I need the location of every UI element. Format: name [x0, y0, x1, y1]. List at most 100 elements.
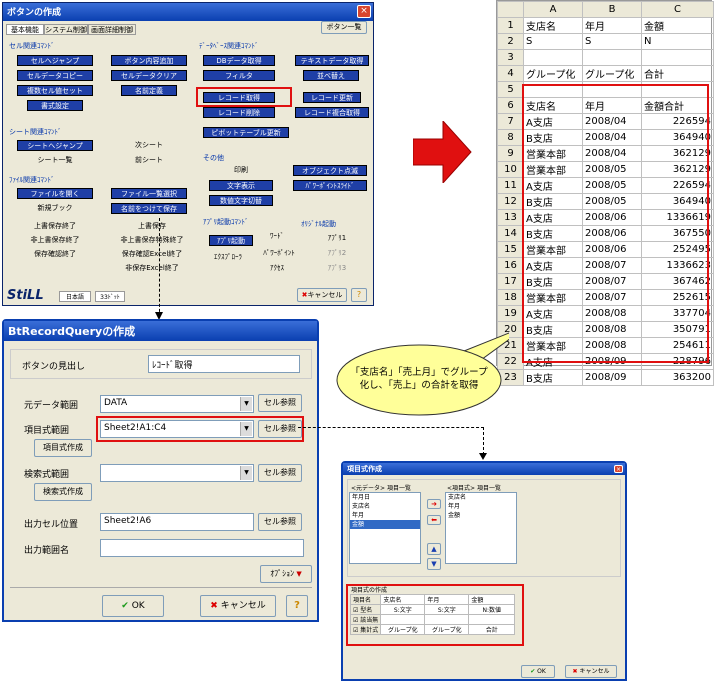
list-item[interactable]: 支店名 [446, 493, 516, 502]
move-up-icon[interactable]: ▲ [427, 543, 441, 555]
sheet-cell[interactable]: S [523, 33, 583, 50]
sheet-cell[interactable]: 金額 [641, 17, 714, 34]
word-button[interactable]: ﾜｰﾄﾞ [257, 231, 297, 242]
list-item[interactable]: 年月 [446, 502, 516, 511]
close-icon[interactable]: × [357, 5, 371, 18]
search-select[interactable]: ▼ [100, 464, 254, 482]
list-item[interactable]: 金額 [350, 520, 420, 529]
num-text-button[interactable]: 数値文字切替 [209, 195, 273, 206]
row-header[interactable]: 19 [497, 305, 524, 322]
main-cancel-button[interactable]: ✖キャンセル [297, 288, 347, 302]
grid-cell[interactable] [424, 614, 470, 625]
overwrite-exit-button[interactable]: 上書保存終了 [17, 221, 93, 232]
sheet-cell[interactable]: 2008/09 [582, 369, 642, 386]
sheet-cell[interactable]: 支店名 [523, 17, 583, 34]
option-button[interactable]: ｵﾌﾟｼｮﾝ ▼ [260, 565, 312, 583]
no-overwrite-exit-button[interactable]: 非上書保存終了 [17, 235, 93, 246]
sheet-cell[interactable]: 年月 [582, 17, 642, 34]
source-select[interactable]: DATA ▼ [100, 395, 254, 413]
grid-cell[interactable]: S:文字 [380, 604, 426, 615]
sheet-cell[interactable]: グループ化 [523, 65, 583, 82]
no-overwrite-special-button[interactable]: 非上書保存特殊終了 [107, 235, 197, 246]
item-cancel-button[interactable]: ✖ キャンセル [565, 665, 617, 678]
dropdown-icon[interactable]: ▼ [240, 397, 252, 411]
row-header[interactable]: 13 [497, 209, 524, 226]
row-header[interactable]: 2 [497, 33, 524, 50]
move-down-icon[interactable]: ▼ [427, 558, 441, 570]
powerpoint-button[interactable]: ﾊﾟﾜｰﾎﾟｲﾝﾄ [257, 248, 301, 259]
row-header[interactable]: 8 [497, 129, 524, 146]
save-as-button[interactable]: 名前をつけて保存 [111, 203, 187, 214]
text-get-button[interactable]: テキストデータ取得 [295, 55, 369, 66]
grid-cell[interactable] [380, 614, 426, 625]
sheet-cell[interactable] [641, 49, 714, 66]
right-item-list[interactable]: 支店名 年月 金額 [445, 492, 517, 564]
tab-system[interactable]: システム制御 [44, 24, 88, 35]
grid-row-label[interactable]: ☑ 型名 [349, 604, 382, 615]
sort-button[interactable]: 並べ替え [303, 70, 359, 81]
tab-basic[interactable]: 基本機能 [6, 24, 44, 35]
out-name-input[interactable] [100, 539, 304, 557]
remove-arrow-icon[interactable]: ⬅ [427, 515, 441, 525]
item-ok-button[interactable]: ✔ OK [521, 665, 555, 678]
row-header[interactable]: 4 [497, 65, 524, 82]
lang-field[interactable]: 日本語 [59, 291, 91, 302]
grid-cell[interactable]: 合計 [468, 624, 516, 635]
text-display-button[interactable]: 文字表示 [209, 180, 273, 191]
row-header[interactable]: 14 [497, 225, 524, 242]
sheet-cell[interactable]: B支店 [523, 369, 583, 386]
list-item[interactable]: 金額 [446, 511, 516, 520]
dropdown-icon[interactable]: ▼ [240, 466, 252, 480]
caption-input[interactable]: ﾚｺｰﾄﾞ取得 [148, 355, 300, 373]
query-help-button[interactable]: ? [286, 595, 308, 617]
list-item[interactable]: 年月日 [350, 493, 420, 502]
grid-cell[interactable]: S:文字 [424, 604, 470, 615]
object-blink-button[interactable]: オブジェクト点滅 [293, 165, 367, 176]
main-help-button[interactable]: ? [351, 288, 367, 302]
db-get-button[interactable]: DBデータ取得 [203, 55, 275, 66]
col-header[interactable]: C [641, 1, 714, 18]
app-launch-button[interactable]: ｱﾌﾟﾘ起動 [209, 235, 253, 246]
grid-cell[interactable]: グループ化 [380, 624, 426, 635]
item-ref-button[interactable]: セル参照 [258, 420, 302, 438]
cell-jump-button[interactable]: セルへジャンプ [17, 55, 93, 66]
name-define-button[interactable]: 名前定義 [121, 85, 177, 96]
row-header[interactable]: 11 [497, 177, 524, 194]
sheet-jump-button[interactable]: シートへジャンプ [17, 140, 93, 151]
sheet-cell[interactable]: N [641, 33, 714, 50]
cell-clear-button[interactable]: セルデータクリア [111, 70, 187, 81]
query-ok-button[interactable]: ✔ OK [102, 595, 164, 617]
row-header[interactable]: 16 [497, 257, 524, 274]
pivot-update-button[interactable]: ピボットテーブル更新 [203, 127, 289, 138]
app1-button[interactable]: ｱﾌﾟﾘ1 [321, 233, 353, 244]
app3-button[interactable]: ｱﾌﾟﾘ3 [321, 263, 353, 274]
tab-screen[interactable]: 画面詳細制御 [88, 24, 136, 35]
row-header[interactable]: 5 [497, 81, 524, 98]
access-button[interactable]: ｱｸｾｽ [257, 263, 297, 274]
sheet-cell[interactable] [523, 49, 583, 66]
overwrite-button[interactable]: 上書保存 [111, 221, 193, 232]
multi-set-button[interactable]: 複数セル値セット [17, 85, 93, 96]
file-open-button[interactable]: ファイルを開く [17, 188, 93, 199]
row-header[interactable]: 1 [497, 17, 524, 34]
sheet-list-button[interactable]: シート一覧 [17, 155, 93, 166]
next-sheet-button[interactable]: 次シート [111, 140, 187, 151]
grid-cell[interactable]: グループ化 [424, 624, 470, 635]
button-list-button[interactable]: ボタン一覧 [321, 21, 367, 34]
app2-button[interactable]: ｱﾌﾟﾘ2 [321, 248, 353, 259]
close-icon[interactable]: × [614, 465, 623, 473]
query-cancel-button[interactable]: ✖ キャンセル [200, 595, 276, 617]
row-header[interactable]: 12 [497, 193, 524, 210]
row-header[interactable]: 3 [497, 49, 524, 66]
search-create-button[interactable]: 検索式作成 [34, 483, 92, 501]
filter-button[interactable]: フィルタ [203, 70, 275, 81]
sheet-cell[interactable]: 363200 [641, 369, 714, 386]
format-button[interactable]: 書式設定 [27, 100, 83, 111]
left-item-list[interactable]: 年月日 支店名 年月 金額 [349, 492, 421, 564]
out-cell-input[interactable]: Sheet2!A6 [100, 513, 254, 531]
cell-copy-button[interactable]: セルデータコピー [17, 70, 93, 81]
sheet-cell[interactable]: 合計 [641, 65, 714, 82]
row-header[interactable]: 10 [497, 161, 524, 178]
out-cell-ref-button[interactable]: セル参照 [258, 513, 302, 531]
grid-row-label[interactable]: ☑ 該当無 [349, 614, 382, 625]
